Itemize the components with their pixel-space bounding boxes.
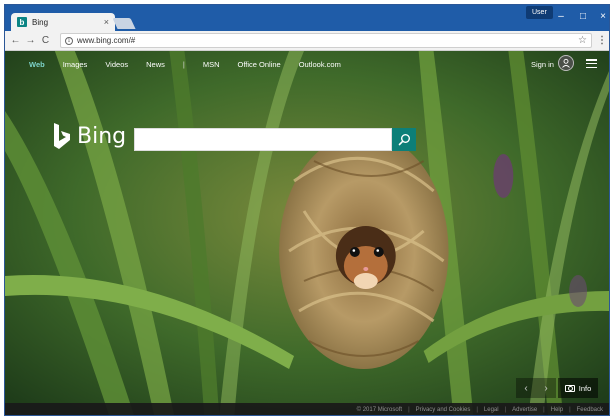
footer-separator: | <box>543 407 545 413</box>
bing-b-logo-icon <box>54 123 70 149</box>
footer-feedback-link[interactable]: Feedback <box>577 407 603 413</box>
footer-separator: | <box>504 407 507 413</box>
browser-toolbar: ← → C i www.bing.com/# ☆ ⋮ <box>5 31 609 51</box>
back-button[interactable]: ← <box>9 34 22 48</box>
next-image-icon[interactable]: › <box>544 383 547 394</box>
image-info-button[interactable]: Info <box>558 378 598 398</box>
footer-legal-link[interactable]: Legal <box>484 407 499 413</box>
footer-help-link[interactable]: Help <box>551 407 563 413</box>
new-tab-button[interactable] <box>112 18 136 29</box>
title-bar: b Bing × User – □ × <box>5 5 609 31</box>
bing-favicon-icon: b <box>17 17 27 27</box>
nav-images[interactable]: Images <box>63 60 88 69</box>
bing-logo: Bing <box>53 123 126 149</box>
search-button[interactable] <box>392 128 416 151</box>
reload-button[interactable]: C <box>39 34 52 48</box>
user-profile-badge[interactable]: User <box>526 6 553 19</box>
bing-wordmark: Bing <box>77 123 127 149</box>
search-icon <box>398 134 410 146</box>
maximize-button[interactable]: □ <box>574 9 592 23</box>
browser-menu-icon[interactable]: ⋮ <box>597 35 607 46</box>
sign-in-link[interactable]: Sign in <box>531 60 554 69</box>
tab-title: Bing <box>32 17 49 27</box>
footer-privacy-link[interactable]: Privacy and Cookies <box>416 407 471 413</box>
hamburger-menu-icon[interactable] <box>586 59 597 68</box>
footer-separator: | <box>569 407 571 413</box>
previous-image-icon[interactable]: ‹ <box>524 383 527 394</box>
image-carousel-arrows: ‹ › <box>516 378 556 398</box>
tab-close-icon[interactable]: × <box>104 17 109 27</box>
browser-window: b Bing × User – □ × ← → C i www.bing.com… <box>4 4 610 416</box>
nav-office-online[interactable]: Office Online <box>238 60 281 69</box>
tab-bing[interactable]: b Bing × <box>11 13 115 31</box>
minimize-button[interactable]: – <box>552 9 570 23</box>
bing-homepage: Web Images Videos News | MSN Office Onli… <box>5 51 609 415</box>
nav-web[interactable]: Web <box>29 60 45 69</box>
nav-news[interactable]: News <box>146 60 165 69</box>
nav-videos[interactable]: Videos <box>105 60 128 69</box>
camera-icon <box>564 384 575 392</box>
nav-divider: | <box>182 60 185 69</box>
search-input[interactable] <box>134 128 392 151</box>
footer-separator: | <box>408 407 410 413</box>
avatar[interactable] <box>558 55 574 71</box>
footer-separator: | <box>476 407 478 413</box>
footer-copyright: © 2017 Microsoft <box>356 407 403 413</box>
address-bar[interactable]: i www.bing.com/# ☆ <box>60 33 592 48</box>
background-image-harvest-mouse-nest <box>5 51 609 415</box>
bookmark-star-icon[interactable]: ☆ <box>578 35 587 46</box>
nav-outlook[interactable]: Outlook.com <box>299 60 341 69</box>
user-icon <box>562 58 570 68</box>
footer-bar: © 2017 Microsoft | Privacy and Cookies |… <box>5 403 609 415</box>
info-label: Info <box>578 383 592 393</box>
site-info-icon[interactable]: i <box>65 36 73 45</box>
nav-msn[interactable]: MSN <box>203 60 220 69</box>
forward-button[interactable]: → <box>24 34 37 48</box>
bing-nav: Web Images Videos News | MSN Office Onli… <box>29 60 359 69</box>
close-window-button[interactable]: × <box>594 9 609 23</box>
footer-advertise-link[interactable]: Advertise <box>512 407 537 413</box>
url-text[interactable]: www.bing.com/# <box>77 36 578 45</box>
